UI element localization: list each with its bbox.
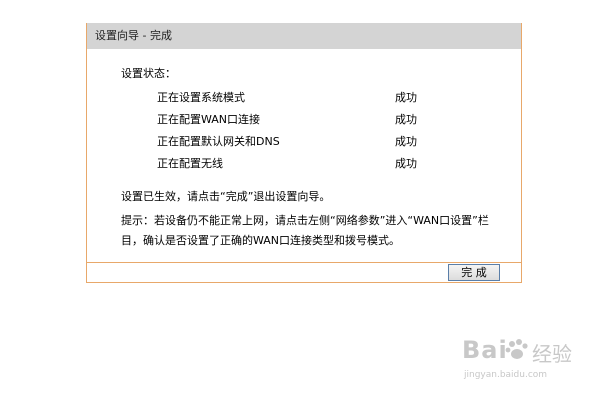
status-title: 设置状态：: [121, 67, 176, 80]
step-result: 成功: [395, 135, 417, 148]
step-result: 成功: [395, 91, 417, 104]
effective-note: 设置已生效，请点击“完成”退出设置向导。: [121, 190, 331, 203]
step-label: 正在配置默认网关和DNS: [157, 135, 280, 148]
wizard-footer: 完 成: [87, 263, 521, 283]
done-button[interactable]: 完 成: [448, 264, 500, 281]
paw-icon: [505, 339, 528, 359]
tip-note: 提示：若设备仍不能正常上网，请点击左侧“网络参数”进入“WAN口设置”栏目，确认…: [121, 214, 489, 247]
status-row-system-mode: 正在设置系统模式 成功: [157, 89, 497, 104]
status-row-gateway-dns: 正在配置默认网关和DNS 成功: [157, 133, 497, 148]
step-label: 正在配置WAN口连接: [157, 113, 261, 126]
watermark-jingyan-text: 经验: [532, 342, 572, 366]
baidu-jingyan-watermark: Bai 经验 jingyan.baidu.com: [462, 336, 582, 386]
step-result: 成功: [395, 113, 417, 126]
setup-wizard-panel: 设置向导 - 完成 设置状态： 正在设置系统模式 成功 正在配置WAN口连接 成…: [86, 23, 522, 283]
step-result: 成功: [395, 157, 417, 170]
step-label: 正在设置系统模式: [157, 91, 245, 104]
wizard-body: 设置状态： 正在设置系统模式 成功 正在配置WAN口连接 成功 正在配置默认网关…: [87, 49, 521, 263]
watermark-logo-text: Bai: [462, 336, 508, 364]
wizard-title: 设置向导 - 完成: [95, 29, 172, 42]
step-label: 正在配置无线: [157, 157, 223, 170]
wizard-header: 设置向导 - 完成: [87, 23, 521, 49]
status-row-wan: 正在配置WAN口连接 成功: [157, 111, 497, 126]
status-row-wireless: 正在配置无线 成功: [157, 155, 497, 170]
watermark-url: jingyan.baidu.com: [464, 370, 548, 380]
